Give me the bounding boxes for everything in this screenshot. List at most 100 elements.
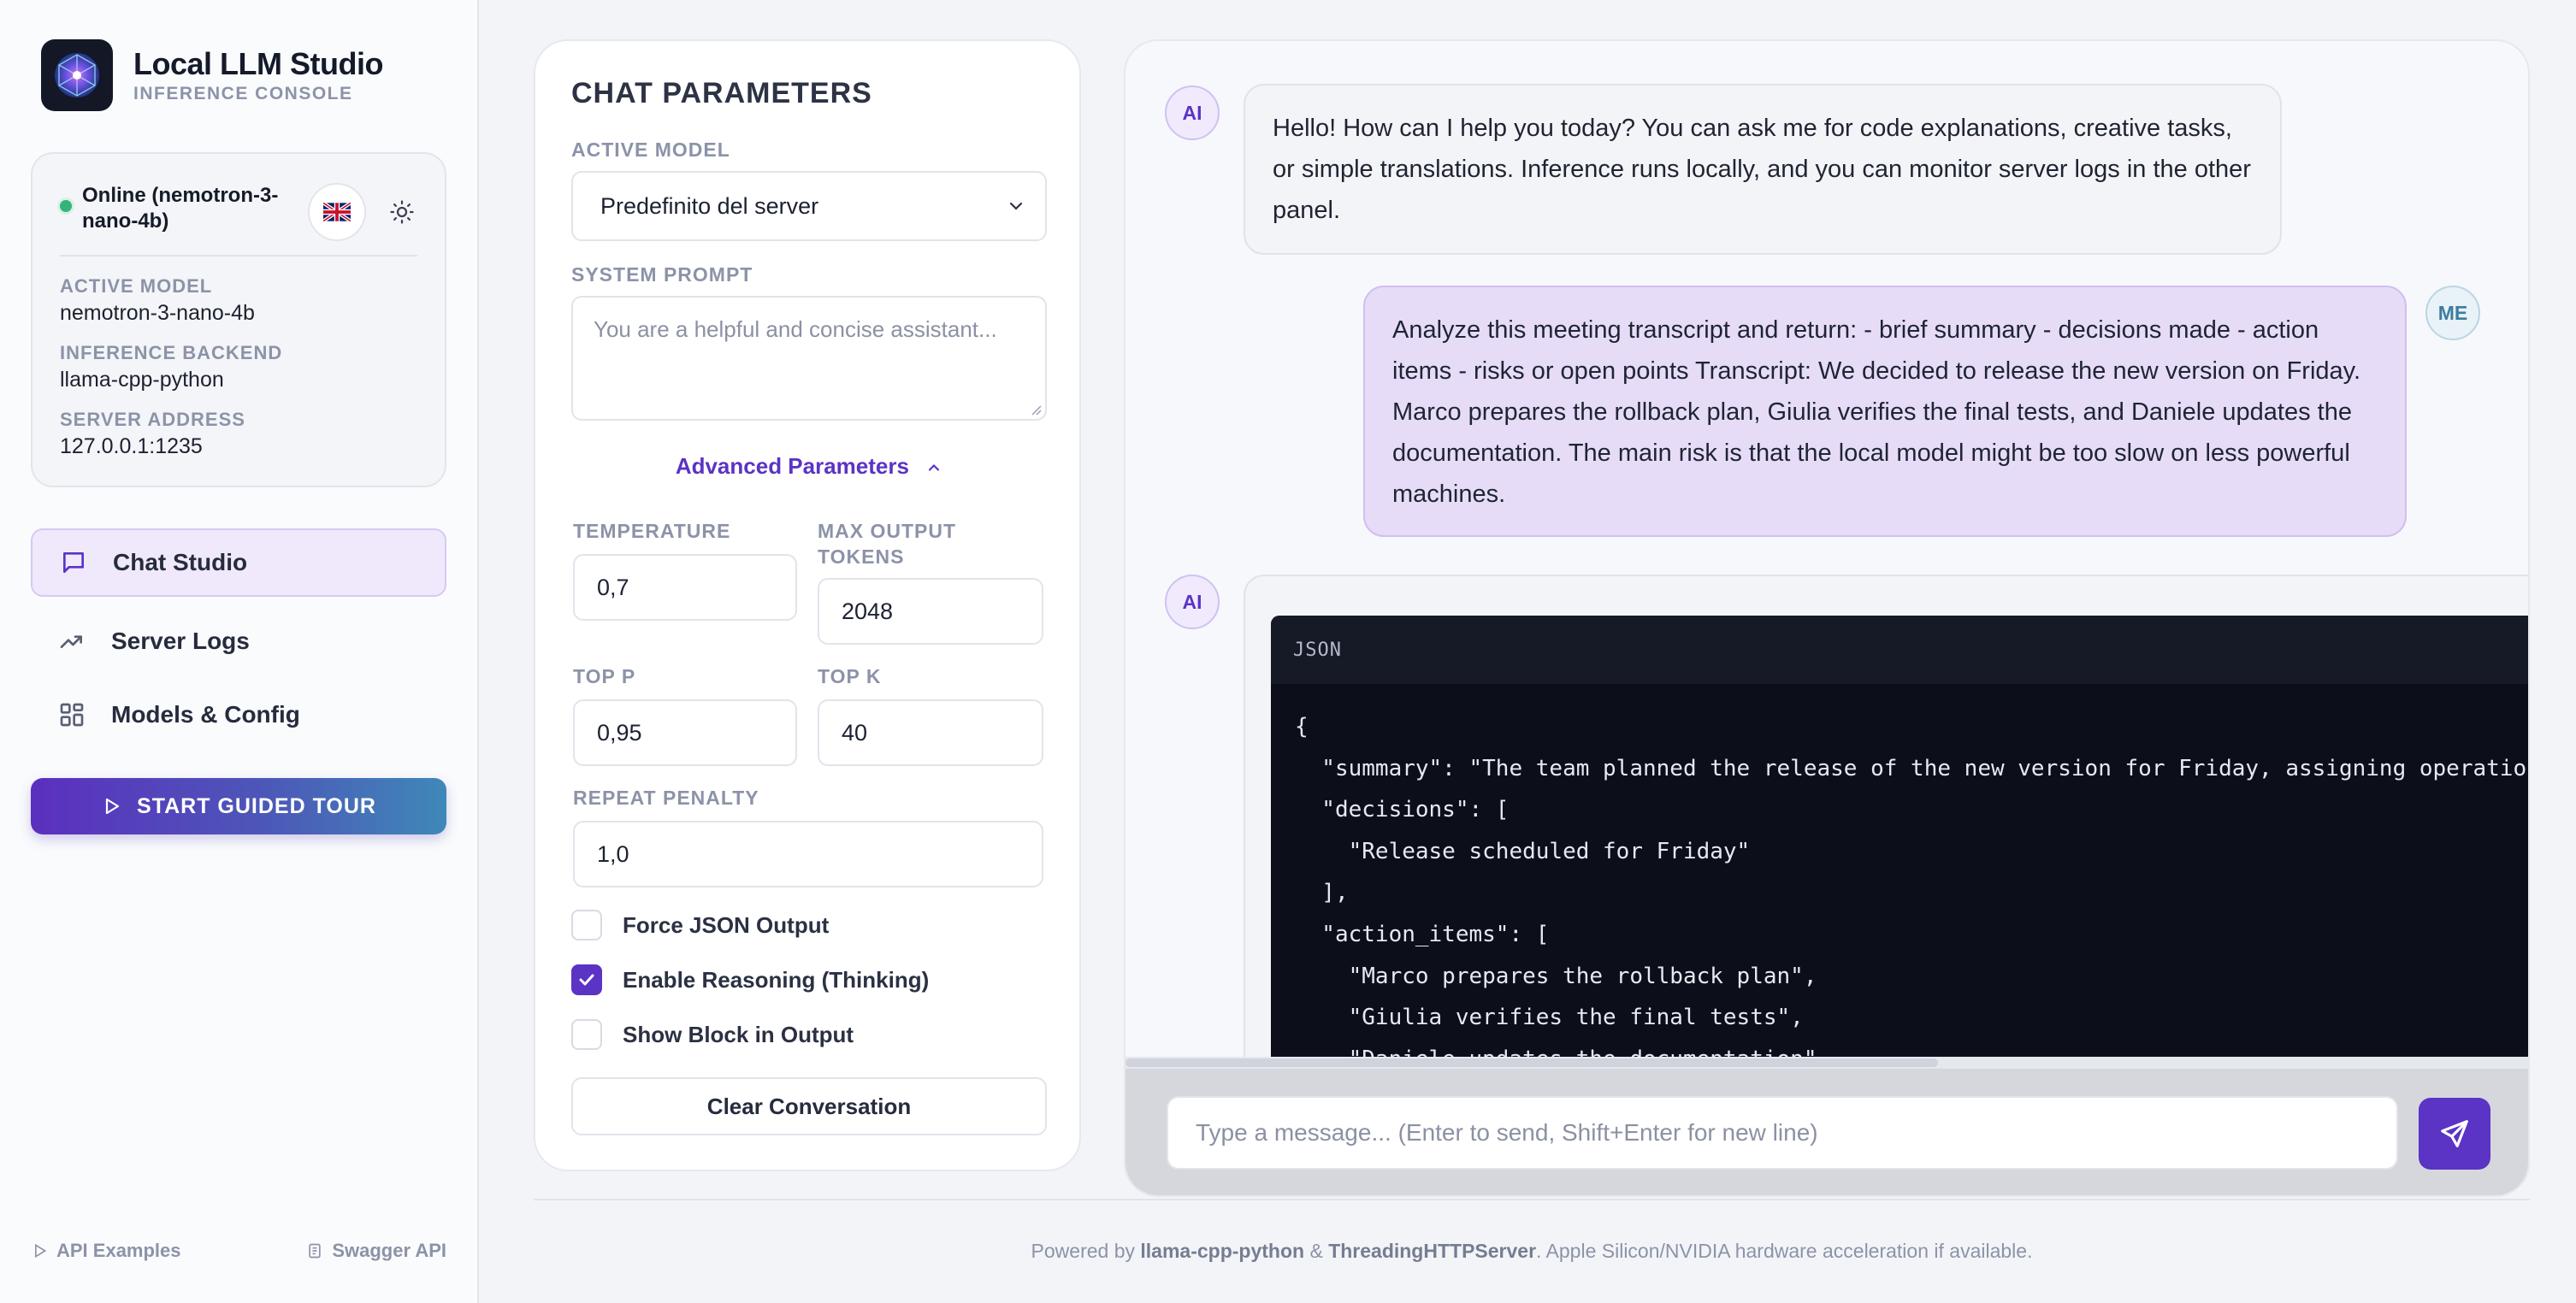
footer-amp: & <box>1304 1240 1329 1262</box>
nav-label: Models & Config <box>111 701 300 728</box>
top-k-label: TOP K <box>818 665 882 687</box>
server-status-card: Online (nemotron-3-nano-4b) ACTIVE MODEL… <box>31 152 446 487</box>
tour-label: START GUIDED TOUR <box>137 793 376 818</box>
max-tokens-label-line1: MAX OUTPUT <box>818 520 957 542</box>
checkmark-icon <box>579 974 594 986</box>
max-tokens-label-line2: TOKENS <box>818 545 905 568</box>
nav-server-logs[interactable]: Server Logs <box>31 607 446 675</box>
top-p-label: TOP P <box>573 665 636 687</box>
model-select-value: Predefinito del server <box>600 192 819 219</box>
code-line: { <box>1295 714 1309 740</box>
code-line: "decisions": [ <box>1295 797 1510 823</box>
enable-reasoning-checkbox[interactable] <box>571 964 602 995</box>
code-line: ], <box>1295 880 1349 906</box>
ai-avatar: AI <box>1165 85 1220 140</box>
ai-avatar: AI <box>1165 575 1220 629</box>
theme-toggle-button[interactable] <box>381 192 422 233</box>
panel-title: CHAT PARAMETERS <box>571 77 872 109</box>
nav-models-config[interactable]: Models & Config <box>31 681 446 749</box>
code-line: "Giulia verifies the final tests", <box>1295 1005 1804 1031</box>
footer-powered-by: Powered by <box>1031 1240 1141 1262</box>
start-guided-tour-button[interactable]: START GUIDED TOUR <box>31 778 446 834</box>
system-prompt-placeholder: You are a helpful and concise assistant.… <box>594 316 997 342</box>
repeat-penalty-label: REPEAT PENALTY <box>573 787 759 809</box>
send-button[interactable] <box>2419 1098 2490 1170</box>
chevron-up-icon <box>929 464 940 471</box>
nav-label: Server Logs <box>111 628 250 654</box>
system-prompt-textarea[interactable]: You are a helpful and concise assistant.… <box>571 296 1047 421</box>
code-line: "action_items": [ <box>1295 921 1550 947</box>
model-select[interactable]: Predefinito del server <box>571 171 1047 241</box>
language-button[interactable] <box>308 183 366 241</box>
max-tokens-value: 2048 <box>842 598 894 624</box>
sidebar-footer: API Examples Swagger API <box>31 1240 446 1262</box>
backend-value: llama-cpp-python <box>60 368 224 392</box>
footer-lib-http: ThreadingHTTPServer <box>1328 1240 1537 1262</box>
brand: Local LLM Studio INFERENCE CONSOLE <box>41 39 383 111</box>
footer-divider <box>534 1199 2530 1200</box>
active-model-label: ACTIVE MODEL <box>60 275 213 297</box>
trend-icon <box>56 626 87 657</box>
horizontal-scrollbar[interactable] <box>1126 1057 2528 1069</box>
user-message-bubble: Analyze this meeting transcript and retu… <box>1363 286 2407 537</box>
enable-reasoning-option[interactable]: Enable Reasoning (Thinking) <box>571 964 929 995</box>
advanced-label: Advanced Parameters <box>675 453 909 479</box>
nav-label: Chat Studio <box>113 549 248 575</box>
composer: Type a message... (Enter to send, Shift+… <box>1126 1069 2528 1195</box>
show-block-option[interactable]: Show Block in Output <box>571 1019 854 1050</box>
play-outline-icon <box>35 1243 47 1259</box>
show-block-label: Show Block in Output <box>623 1021 854 1047</box>
api-examples-label: API Examples <box>56 1240 181 1261</box>
footer-text: Powered by llama-cpp-python & ThreadingH… <box>534 1240 2530 1263</box>
chevron-down-icon <box>1009 202 1023 210</box>
nav-chat-studio[interactable]: Chat Studio <box>31 528 446 597</box>
show-block-checkbox[interactable] <box>571 1019 602 1050</box>
user-avatar: ME <box>2425 286 2480 340</box>
force-json-option[interactable]: Force JSON Output <box>571 910 829 940</box>
play-icon <box>105 798 120 815</box>
app-title: Local LLM Studio <box>133 46 383 81</box>
api-examples-link[interactable]: API Examples <box>31 1240 181 1262</box>
online-dot-icon <box>60 200 72 212</box>
sun-icon <box>390 200 414 224</box>
code-line: "summary": "The team planned the release… <box>1295 755 2530 781</box>
code-line: "Release scheduled for Friday" <box>1295 838 1751 864</box>
repeat-penalty-input[interactable]: 1,0 <box>573 821 1043 887</box>
grid-icon <box>56 699 87 730</box>
backend-label: INFERENCE BACKEND <box>60 342 283 363</box>
scrollbar-thumb[interactable] <box>1126 1058 1938 1067</box>
force-json-checkbox[interactable] <box>571 910 602 940</box>
temperature-value: 0,7 <box>597 574 629 600</box>
repeat-penalty-value: 1,0 <box>597 840 629 867</box>
advanced-parameters-toggle[interactable]: Advanced Parameters <box>535 453 1083 480</box>
footer-rest: . Apple Silicon/NVIDIA hardware accelera… <box>1536 1240 2033 1262</box>
swagger-api-link[interactable]: Swagger API <box>306 1240 446 1262</box>
top-k-input[interactable]: 40 <box>818 699 1043 766</box>
sidebar: Local LLM Studio INFERENCE CONSOLE Onlin… <box>0 0 479 1303</box>
clear-conversation-label: Clear Conversation <box>706 1093 912 1119</box>
top-p-input[interactable]: 0,95 <box>573 699 797 766</box>
system-prompt-label: SYSTEM PROMPT <box>571 263 753 286</box>
active-model-label: ACTIVE MODEL <box>571 139 730 161</box>
max-tokens-input[interactable]: 2048 <box>818 578 1043 645</box>
temperature-input[interactable]: 0,7 <box>573 554 797 621</box>
swagger-label: Swagger API <box>332 1240 446 1261</box>
chat-parameters-panel: CHAT PARAMETERS ACTIVE MODEL Predefinito… <box>534 39 1081 1171</box>
app-subtitle: INFERENCE CONSOLE <box>133 84 353 103</box>
document-icon <box>309 1243 321 1259</box>
resize-grip-icon[interactable] <box>1028 402 1042 416</box>
chat-panel: AI Hello! How can I help you today? You … <box>1124 39 2530 1197</box>
send-icon <box>2441 1120 2468 1147</box>
code-content: { "summary": "The team planned the relea… <box>1271 684 2530 1102</box>
server-address-label: SERVER ADDRESS <box>60 409 245 430</box>
max-tokens-label: MAX OUTPUT TOKENS <box>818 518 956 569</box>
clear-conversation-button[interactable]: Clear Conversation <box>571 1077 1047 1135</box>
force-json-label: Force JSON Output <box>623 911 830 938</box>
code-block: JSON { "summary": "The team planned the … <box>1271 616 2530 1103</box>
server-status-text: Online (nemotron-3-nano-4b) <box>82 184 279 233</box>
server-address-value: 127.0.0.1:1235 <box>60 434 203 458</box>
message-input-placeholder: Type a message... (Enter to send, Shift+… <box>1196 1119 1818 1146</box>
message-input[interactable]: Type a message... (Enter to send, Shift+… <box>1167 1096 2398 1170</box>
divider <box>60 255 417 256</box>
code-line: "Marco prepares the rollback plan", <box>1295 963 1817 989</box>
